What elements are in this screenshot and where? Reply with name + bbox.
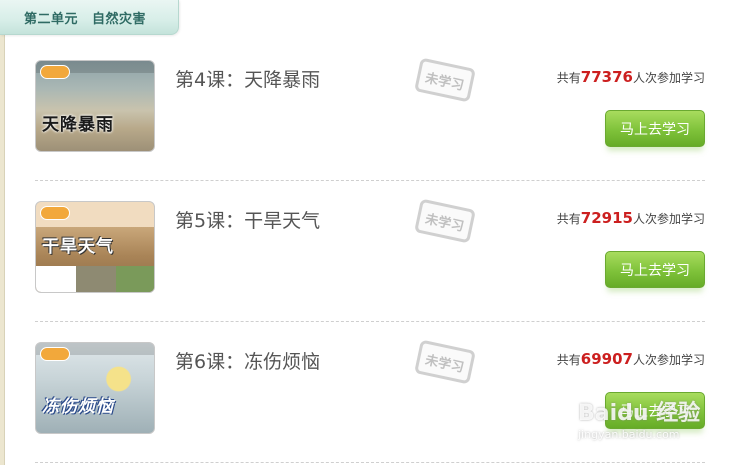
lesson-thumbnail[interactable]: 干旱天气 [35, 201, 155, 293]
thumbnail-caption: 干旱天气 [42, 237, 114, 257]
lesson-thumbnail[interactable]: 冻伤烦恼 [35, 342, 155, 434]
baidu-watermark: Baidu 经验 [578, 401, 701, 426]
section-header-tab: 第二单元 自然灾害 [0, 0, 179, 35]
participant-count: 共有72915人次参加学习 [557, 209, 705, 227]
lesson-title[interactable]: 第5课：干旱天气 [175, 206, 320, 233]
start-learning-button[interactable]: 马上去学习 [605, 110, 705, 147]
lesson-thumbnail[interactable]: 天降暴雨 [35, 60, 155, 152]
baidu-watermark-url: jingyan.baidu.com [578, 428, 680, 441]
lesson-card-6: 冻伤烦恼 第6课：冻伤烦恼 未学习 共有69907人次参加学习 马上去学习 [35, 339, 705, 442]
count-prefix: 共有 [556, 353, 581, 367]
lesson-card-4: 天降暴雨 第4课：天降暴雨 未学习 共有77376人次参加学习 马上去学习 [35, 57, 705, 160]
count-suffix: 人次参加学习 [632, 212, 705, 226]
thumbnail-photo-cell [36, 266, 76, 292]
count-number: 69907 [580, 350, 633, 368]
count-prefix: 共有 [556, 71, 581, 85]
participant-count: 共有77376人次参加学习 [557, 68, 705, 86]
participant-count: 共有69907人次参加学习 [557, 350, 705, 368]
thumbnail-caption: 天降暴雨 [42, 115, 114, 135]
lesson-card-5: 干旱天气 第5课：干旱天气 未学习 共有72915人次参加学习 马上去学习 [35, 198, 705, 301]
not-studied-stamp-icon: 未学习 [414, 198, 476, 244]
lesson-divider [35, 180, 705, 181]
count-suffix: 人次参加学习 [632, 71, 705, 85]
section-name-label: 自然灾害 [92, 11, 147, 27]
count-number: 72915 [580, 209, 633, 227]
count-suffix: 人次参加学习 [632, 353, 705, 367]
lesson-title[interactable]: 第4课：天降暴雨 [175, 65, 320, 92]
left-border-decoration [0, 0, 7, 465]
count-prefix: 共有 [556, 212, 581, 226]
count-number: 77376 [580, 68, 633, 86]
start-learning-button[interactable]: 马上去学习 [605, 251, 705, 288]
lesson-divider [35, 462, 705, 463]
series-badge-icon [40, 65, 70, 79]
not-studied-stamp-icon: 未学习 [414, 339, 476, 385]
section-unit-label: 第二单元 [24, 11, 79, 27]
series-badge-icon [40, 206, 70, 220]
thumbnail-caption: 冻伤烦恼 [42, 397, 114, 417]
not-studied-stamp-icon: 未学习 [414, 57, 476, 103]
thumbnail-photo-cell [76, 266, 116, 292]
lesson-divider [35, 321, 705, 322]
series-badge-icon [40, 347, 70, 361]
thumbnail-photo-cell [116, 266, 154, 292]
lesson-title[interactable]: 第6课：冻伤烦恼 [175, 347, 320, 374]
